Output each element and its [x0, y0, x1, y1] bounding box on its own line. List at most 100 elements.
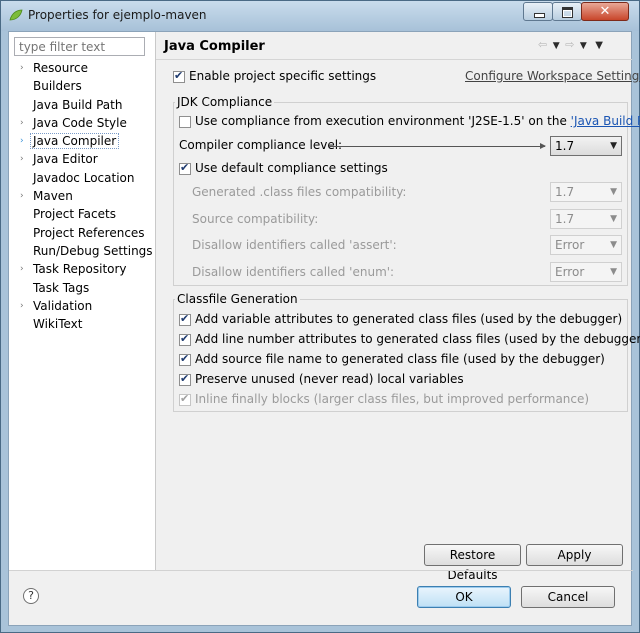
- tree-item[interactable]: Project Facets: [9, 205, 155, 223]
- tree-item[interactable]: Java Build Path: [9, 96, 155, 114]
- tree-item-label: Project References: [33, 225, 145, 240]
- compliance-option-select: 1.7 ▼: [550, 208, 622, 229]
- chevron-down-icon: ▼: [610, 141, 617, 151]
- tree-item[interactable]: › Java Compiler: [9, 132, 155, 150]
- enable-project-settings-checkbox[interactable]: [173, 69, 185, 83]
- compliance-option-select: Error ▼: [550, 261, 622, 282]
- left-panel: ›ResourceBuildersJava Build Path›Java Co…: [9, 32, 156, 570]
- tree-item[interactable]: Builders: [9, 77, 155, 95]
- tree-item-label: Maven: [33, 189, 73, 204]
- tree-item[interactable]: WikiText: [9, 315, 155, 333]
- compliance-level-arrow: [329, 143, 546, 149]
- chevron-down-icon: ▼: [610, 266, 617, 277]
- classfile-option-label: Add line number attributes to generated …: [195, 332, 640, 346]
- enable-project-settings-label: Enable project specific settings: [189, 69, 377, 83]
- classfile-option-checkbox[interactable]: [179, 312, 191, 326]
- tree-item-label: Task Repository: [33, 262, 127, 277]
- back-dropdown-icon[interactable]: ▼: [553, 41, 561, 51]
- chevron-right-icon[interactable]: ›: [20, 150, 30, 168]
- cancel-button[interactable]: Cancel: [521, 586, 615, 608]
- use-default-compliance-label: Use default compliance settings: [195, 161, 388, 175]
- restore-defaults-button[interactable]: Restore Defaults: [424, 544, 521, 582]
- chevron-right-icon[interactable]: ›: [20, 132, 30, 150]
- use-default-compliance-checkbox[interactable]: [179, 161, 191, 175]
- filter-input[interactable]: [14, 37, 145, 56]
- properties-dialog: Properties for ejemplo-maven ✕ ›Resource…: [0, 0, 640, 633]
- compliance-option-value: 1.7: [555, 185, 575, 199]
- tree-item[interactable]: › Java Code Style: [9, 114, 155, 132]
- help-icon[interactable]: ?: [23, 588, 39, 604]
- chevron-down-icon: ▼: [610, 213, 617, 224]
- classfile-option-checkbox[interactable]: [179, 372, 191, 386]
- tree-item[interactable]: › Java Editor: [9, 150, 155, 168]
- compliance-option-value: 1.7: [555, 211, 575, 226]
- tree-item-label: Java Compiler: [30, 133, 120, 150]
- window-title: Properties for ejemplo-maven: [28, 8, 207, 22]
- compliance-level-select[interactable]: 1.7 ▼: [550, 136, 622, 156]
- jdk-compliance-title: JDK Compliance: [175, 95, 275, 109]
- classfile-option-checkbox[interactable]: [179, 332, 191, 346]
- back-arrow-icon[interactable]: ⇦: [538, 38, 548, 51]
- compliance-option-select: Error ▼: [550, 235, 622, 255]
- ok-button[interactable]: OK: [417, 586, 511, 608]
- chevron-right-icon[interactable]: ›: [20, 297, 30, 315]
- use-env-compliance-label: Use compliance from execution environmen…: [195, 114, 640, 128]
- tree-item-label: Java Editor: [33, 152, 98, 167]
- tree-item[interactable]: › Resource: [9, 59, 155, 77]
- classfile-option-checkbox[interactable]: [179, 352, 191, 366]
- compliance-option-value: Error: [555, 238, 585, 252]
- compliance-level-value: 1.7: [555, 139, 575, 153]
- compliance-option-value: Error: [555, 264, 585, 279]
- tree-item[interactable]: › Task Repository: [9, 260, 155, 278]
- title-bar[interactable]: Properties for ejemplo-maven ✕: [1, 1, 639, 31]
- use-env-compliance-checkbox[interactable]: [179, 116, 191, 128]
- classfile-option-label: Add source file name to generated class …: [195, 352, 605, 366]
- compliance-option-select: 1.7 ▼: [550, 182, 622, 202]
- chevron-right-icon[interactable]: ›: [20, 260, 30, 278]
- classfile-option-checkbox: [179, 392, 191, 406]
- preference-tree: › Resource Builders Java Build Path › Java Co…: [9, 59, 155, 333]
- compliance-option-label: Disallow identifiers called 'assert':: [192, 238, 397, 252]
- tree-item[interactable]: Task Tags: [9, 279, 155, 297]
- chevron-down-icon: ▼: [610, 240, 617, 250]
- configure-workspace-link[interactable]: Configure Workspace Settings...: [465, 69, 640, 83]
- chevron-right-icon[interactable]: ›: [20, 59, 30, 77]
- forward-arrow-icon[interactable]: ⇨: [565, 38, 575, 51]
- tree-item[interactable]: Javadoc Location: [9, 169, 155, 187]
- page-title: Java Compiler: [164, 39, 265, 54]
- maximize-button[interactable]: [552, 2, 582, 21]
- page-panel: Java Compiler ⇦ ▼ ⇨ ▼ ▼ Enable project s…: [156, 32, 640, 582]
- classfile-option-label: Preserve unused (never read) local varia…: [195, 372, 464, 386]
- apply-button[interactable]: Apply: [526, 544, 623, 566]
- compliance-level-label: Compiler compliance level:: [179, 138, 343, 152]
- compliance-option-label: Source compatibility:: [192, 211, 319, 226]
- minimize-button[interactable]: [523, 2, 553, 21]
- eclipse-leaf-icon: [9, 9, 23, 21]
- tree-item-label: Builders: [33, 79, 82, 94]
- use-env-compliance-text: Use compliance from execution environmen…: [195, 114, 571, 128]
- chevron-right-icon[interactable]: ›: [20, 187, 30, 205]
- tree-item[interactable]: Run/Debug Settings: [9, 242, 155, 260]
- tree-item-label: Run/Debug Settings: [33, 243, 153, 258]
- tree-item-label: Javadoc Location: [33, 170, 135, 185]
- tree-item[interactable]: › Maven: [9, 187, 155, 205]
- classfile-option-label: Add variable attributes to generated cla…: [195, 312, 623, 326]
- tree-item-label: Resource: [33, 61, 89, 75]
- page-navigation: ⇦ ▼ ⇨ ▼ ▼: [538, 38, 604, 51]
- tree-item[interactable]: Project References: [9, 224, 155, 242]
- java-build-path-link[interactable]: 'Java Build Path': [571, 114, 640, 128]
- classfile-option-label: Inline finally blocks (larger class file…: [195, 392, 590, 406]
- forward-dropdown-icon[interactable]: ▼: [580, 41, 588, 51]
- compliance-option-label: Disallow identifiers called 'enum':: [192, 264, 395, 279]
- view-menu-icon[interactable]: ▼: [595, 40, 604, 51]
- footer-separator: [9, 570, 633, 571]
- chevron-right-icon[interactable]: ›: [20, 114, 30, 132]
- tree-item-label: Task Tags: [33, 280, 90, 295]
- tree-item-label: Project Facets: [33, 207, 116, 222]
- close-icon: ✕: [599, 4, 611, 19]
- tree-item[interactable]: › Validation: [9, 297, 155, 315]
- tree-item-label: WikiText: [33, 317, 83, 332]
- compliance-option-label: Generated .class files compatibility:: [192, 185, 407, 199]
- close-button[interactable]: ✕: [581, 2, 629, 21]
- tree-item-label: Validation: [33, 298, 93, 313]
